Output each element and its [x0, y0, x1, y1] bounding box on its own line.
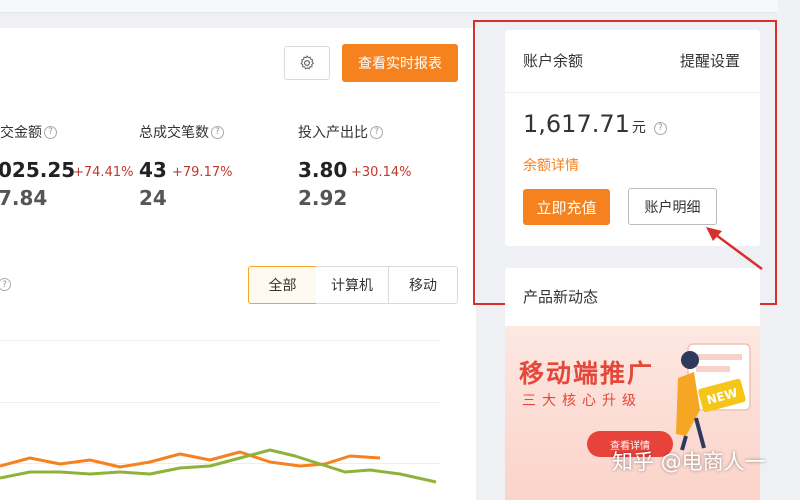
- tab-mobile[interactable]: 移动: [388, 266, 458, 304]
- trend-chart: [0, 448, 437, 484]
- metric-label-amount: 成交金额 ?: [0, 122, 57, 142]
- metric-change: +79.17%: [172, 165, 233, 180]
- help-circle-icon[interactable]: ?: [370, 125, 383, 139]
- tab-computer[interactable]: 计算机: [316, 266, 389, 304]
- metric-value: 025.25: [0, 158, 76, 182]
- product-news-title: 产品新动态: [523, 288, 599, 306]
- page-edge: [778, 0, 800, 500]
- chart-gridline: [0, 340, 440, 341]
- metric-previous: 24: [139, 186, 167, 210]
- metric-change: +74.41%: [73, 165, 134, 180]
- tab-all[interactable]: 全部: [248, 266, 317, 304]
- banner-subtitle: 三大核心升级: [522, 393, 642, 409]
- metric-label-roi: 投入产出比 ?: [298, 122, 383, 142]
- promo-illustration: NEW: [676, 343, 751, 451]
- chart-gridline: [0, 402, 440, 403]
- trend-line-green: [0, 448, 437, 484]
- settings-button[interactable]: [284, 46, 330, 80]
- help-circle-icon[interactable]: ?: [44, 125, 57, 139]
- realtime-report-button[interactable]: 查看实时报表: [342, 44, 458, 82]
- metric-previous: 2.92: [298, 186, 348, 210]
- red-arrow-icon: [706, 227, 763, 271]
- metric-previous: 7.84: [0, 186, 48, 210]
- top-strip: [0, 0, 800, 13]
- help-circle-icon[interactable]: ?: [211, 125, 224, 139]
- watermark: 知乎 @电商人一: [612, 450, 766, 474]
- metric-label-text: 投入产出比: [298, 125, 368, 141]
- metric-label-orders: 总成交笔数 ?: [139, 122, 224, 142]
- banner-headline: 移动端推广: [519, 359, 655, 388]
- metric-label-text: 成交金额: [0, 125, 42, 141]
- metric-change: +30.14%: [351, 165, 412, 180]
- metric-value: 3.80: [298, 158, 348, 182]
- metric-label-text: 总成交笔数: [139, 125, 209, 141]
- metric-value: 43: [139, 158, 167, 182]
- gear-icon: [300, 55, 314, 70]
